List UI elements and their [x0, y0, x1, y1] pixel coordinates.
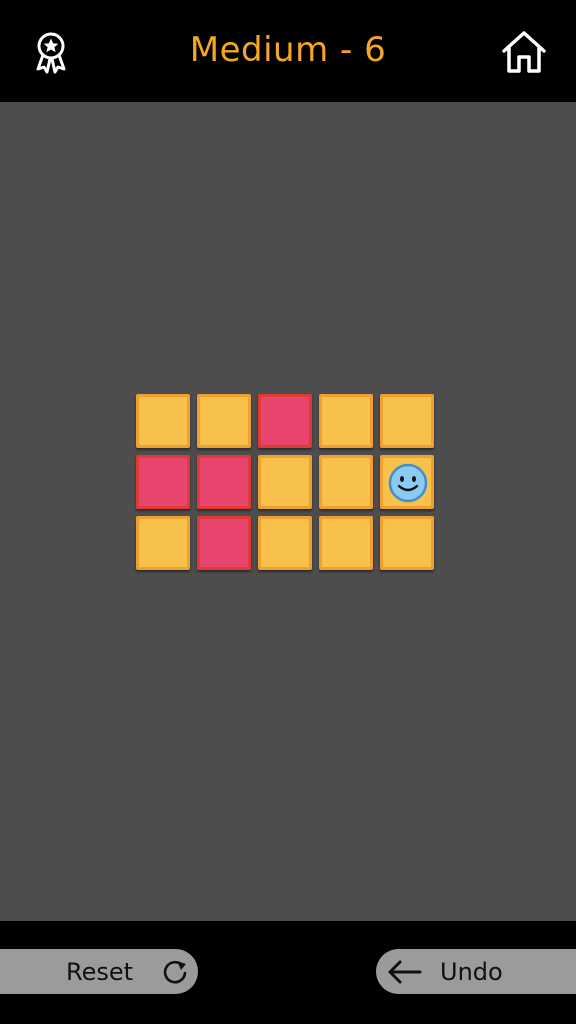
tile-yellow[interactable]: [319, 394, 373, 448]
tile-red[interactable]: [258, 394, 312, 448]
game-board-area: [0, 102, 576, 921]
tile-yellow[interactable]: [136, 394, 190, 448]
arrow-left-icon: [388, 960, 422, 984]
level-title: Medium - 6: [189, 30, 387, 70]
tile-yellow[interactable]: [380, 394, 434, 448]
reset-button[interactable]: Reset: [0, 949, 198, 994]
top-bar: Medium - 6: [0, 0, 576, 102]
undo-button[interactable]: Undo: [376, 949, 576, 994]
tile-yellow[interactable]: [380, 455, 434, 509]
tile-yellow[interactable]: [319, 516, 373, 570]
tile-yellow[interactable]: [258, 516, 312, 570]
tile-yellow[interactable]: [319, 455, 373, 509]
tile-yellow[interactable]: [197, 394, 251, 448]
smiley-face-icon: [388, 463, 428, 503]
tile-red[interactable]: [136, 455, 190, 509]
refresh-icon: [163, 960, 187, 984]
home-button[interactable]: [496, 24, 552, 80]
tile-red[interactable]: [197, 455, 251, 509]
reset-label: Reset: [66, 958, 134, 986]
tile-yellow[interactable]: [136, 516, 190, 570]
tile-red[interactable]: [197, 516, 251, 570]
tile-yellow[interactable]: [380, 516, 434, 570]
tile-yellow[interactable]: [258, 455, 312, 509]
home-icon: [502, 31, 546, 73]
undo-label: Undo: [440, 958, 503, 986]
tile-grid: [136, 394, 436, 572]
